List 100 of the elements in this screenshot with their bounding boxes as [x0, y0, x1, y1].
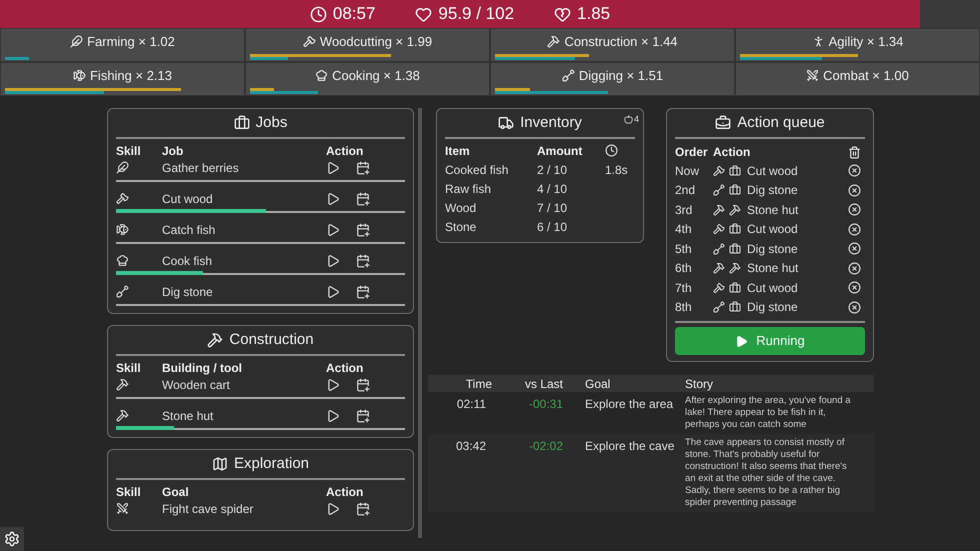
item-name: Wood — [445, 201, 478, 215]
briefcase-icon — [729, 282, 741, 294]
queue-action: Cut wood — [747, 280, 799, 297]
skill-label: Construction × 1.44 — [564, 32, 678, 51]
apple-icon — [624, 115, 633, 124]
hammer-icon — [547, 35, 560, 48]
job-name: Stone hut — [162, 408, 214, 424]
column-header: Action — [713, 144, 752, 161]
queue-order: 7th — [675, 280, 693, 297]
queue-order: 5th — [675, 240, 693, 258]
queue-action: Stone hut — [747, 202, 800, 219]
story-text: The cave appears to consist mostly of stone. That's probably useful for construction! It also seems that there's an exit at the other side of the cave. Sadly, there seems to be a rather big spider preventing passage — [685, 437, 848, 509]
job-name: Wooden cart — [162, 376, 231, 394]
briefcase-icon — [729, 242, 741, 255]
column-header: Skill — [116, 144, 142, 158]
column-header: Goal — [162, 485, 190, 499]
column-header: Story — [685, 376, 714, 392]
remove-icon[interactable] — [848, 164, 861, 178]
briefcase-icon — [234, 115, 250, 131]
column-header: Action — [326, 485, 364, 499]
skill-label: Woodcutting × 1.99 — [320, 32, 432, 51]
queue-add-icon[interactable] — [356, 254, 370, 268]
remove-icon[interactable] — [848, 300, 861, 314]
time-difference: -00:31 — [528, 396, 563, 413]
remove-icon[interactable] — [848, 203, 861, 216]
shovel-icon — [116, 285, 129, 298]
column-header: Order — [675, 144, 709, 161]
axe-icon — [116, 192, 129, 205]
scrollbar[interactable] — [418, 108, 422, 538]
axe-icon — [302, 35, 316, 48]
stat-value: 08:57 — [332, 3, 376, 26]
swords-icon — [116, 502, 129, 515]
skill-label: Combat × 1.00 — [823, 66, 909, 85]
settings-button[interactable] — [0, 527, 24, 551]
column-header: Time — [464, 376, 492, 392]
play-icon[interactable] — [326, 254, 340, 268]
remove-icon[interactable] — [848, 242, 861, 256]
queue-add-icon[interactable] — [356, 222, 370, 236]
chef-hat-icon — [315, 69, 328, 82]
story-goal: Explore the area — [585, 397, 674, 411]
column-header: Action — [326, 361, 364, 375]
queue-action: Cut wood — [747, 221, 799, 238]
play-icon[interactable] — [326, 378, 340, 392]
briefcase-icon — [729, 184, 741, 196]
play-icon[interactable] — [326, 408, 340, 422]
queue-order: Now — [675, 162, 700, 180]
column-header: vs Last — [524, 376, 563, 392]
column-header: Item — [445, 144, 471, 158]
queue-action: Dig stone — [747, 182, 799, 200]
queue-order: 4th — [675, 221, 693, 238]
trash-icon[interactable] — [848, 146, 861, 158]
running-button[interactable]: Running — [675, 327, 865, 355]
play-icon — [735, 334, 748, 348]
play-icon[interactable] — [326, 160, 340, 174]
remove-icon[interactable] — [848, 262, 861, 275]
queue-add-icon[interactable] — [356, 284, 370, 298]
clock-icon — [310, 6, 327, 22]
map-icon — [212, 456, 228, 472]
shovel-icon — [562, 69, 575, 82]
hammer-icon — [207, 332, 224, 348]
remove-icon[interactable] — [848, 184, 861, 197]
play-icon[interactable] — [326, 222, 340, 236]
queue-add-icon[interactable] — [356, 160, 370, 174]
story-time: 03:42 — [454, 438, 486, 455]
play-icon[interactable] — [326, 284, 340, 298]
queue-add-icon[interactable] — [356, 502, 370, 516]
remove-icon[interactable] — [848, 222, 861, 236]
briefcase-icon — [729, 301, 741, 314]
briefcase-icon — [729, 223, 741, 236]
queue-add-icon[interactable] — [356, 378, 370, 392]
queue-order: 6th — [675, 260, 693, 278]
clock-icon — [605, 144, 618, 157]
chef-hat-icon — [116, 254, 129, 267]
remove-icon[interactable] — [848, 281, 861, 294]
panel-title: Exploration — [234, 454, 310, 474]
stat-value: 1.85 — [577, 3, 610, 26]
play-icon[interactable] — [326, 192, 340, 206]
queue-order: 2nd — [675, 182, 696, 200]
hammer-icon — [713, 204, 725, 216]
queue-add-icon[interactable] — [356, 192, 370, 206]
briefcase-icon — [729, 164, 741, 177]
skill-label: Cooking × 1.38 — [332, 66, 420, 85]
panel-title: Jobs — [256, 112, 288, 133]
play-icon[interactable] — [326, 502, 340, 516]
time-difference: -02:02 — [528, 438, 563, 455]
item-amount: 4 / 10 — [537, 182, 568, 196]
job-name: Catch fish — [162, 222, 216, 238]
broken-heart-icon — [554, 6, 572, 22]
queue-add-icon[interactable] — [356, 408, 370, 422]
column-header: Amount — [537, 144, 584, 158]
feather-icon — [70, 35, 84, 48]
skill-label: Agility × 1.34 — [828, 32, 904, 51]
skill-label: Fishing × 2.13 — [90, 66, 172, 85]
shovel-icon — [713, 184, 725, 196]
hammer-icon — [729, 262, 741, 274]
story-text: After exploring the area, you've found a lake! There appear to be fish in it, perhaps you can catch some — [685, 395, 852, 431]
column-header: Action — [326, 144, 364, 158]
queue-action: Dig stone — [747, 299, 799, 316]
panel-title: Construction — [229, 330, 314, 350]
column-header: Building / tool — [162, 361, 243, 375]
